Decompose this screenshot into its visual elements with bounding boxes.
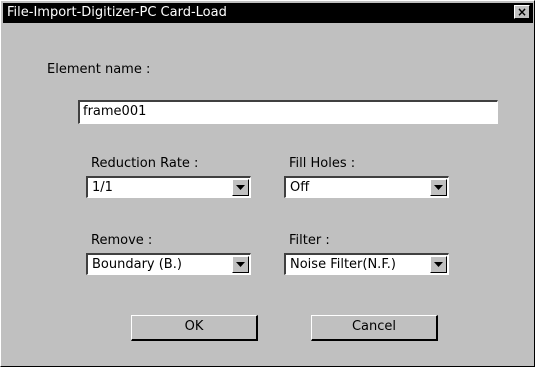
close-icon: × [516, 5, 528, 19]
remove-dropdown-button[interactable] [232, 256, 249, 273]
fill-holes-label: Fill Holes : [289, 156, 356, 171]
fill-holes-select[interactable]: Off [284, 176, 449, 198]
ok-button[interactable]: OK [131, 315, 258, 341]
remove-select[interactable]: Boundary (B.) [86, 253, 251, 275]
chevron-down-icon [434, 262, 443, 267]
chevron-down-icon [434, 185, 443, 190]
window-title: File-Import-Digitizer-PC Card-Load [7, 5, 227, 20]
chevron-down-icon [236, 262, 245, 267]
reduction-rate-select[interactable]: 1/1 [86, 176, 251, 198]
filter-label: Filter : [289, 233, 330, 248]
element-name-input[interactable]: frame001 [78, 100, 498, 124]
filter-value: Noise Filter(N.F.) [290, 257, 396, 272]
reduction-rate-value: 1/1 [92, 180, 113, 195]
chevron-down-icon [236, 185, 245, 190]
remove-value: Boundary (B.) [92, 257, 182, 272]
import-dialog: File-Import-Digitizer-PC Card-Load × Ele… [0, 0, 535, 367]
remove-label: Remove : [91, 233, 153, 248]
title-bar: File-Import-Digitizer-PC Card-Load × [3, 3, 533, 23]
close-button[interactable]: × [514, 5, 530, 19]
fill-holes-value: Off [290, 180, 310, 195]
fill-holes-dropdown-button[interactable] [430, 179, 447, 196]
reduction-rate-dropdown-button[interactable] [232, 179, 249, 196]
reduction-rate-label: Reduction Rate : [91, 156, 199, 171]
cancel-button[interactable]: Cancel [311, 315, 438, 341]
element-name-label: Element name : [47, 62, 151, 77]
filter-dropdown-button[interactable] [430, 256, 447, 273]
filter-select[interactable]: Noise Filter(N.F.) [284, 253, 449, 275]
